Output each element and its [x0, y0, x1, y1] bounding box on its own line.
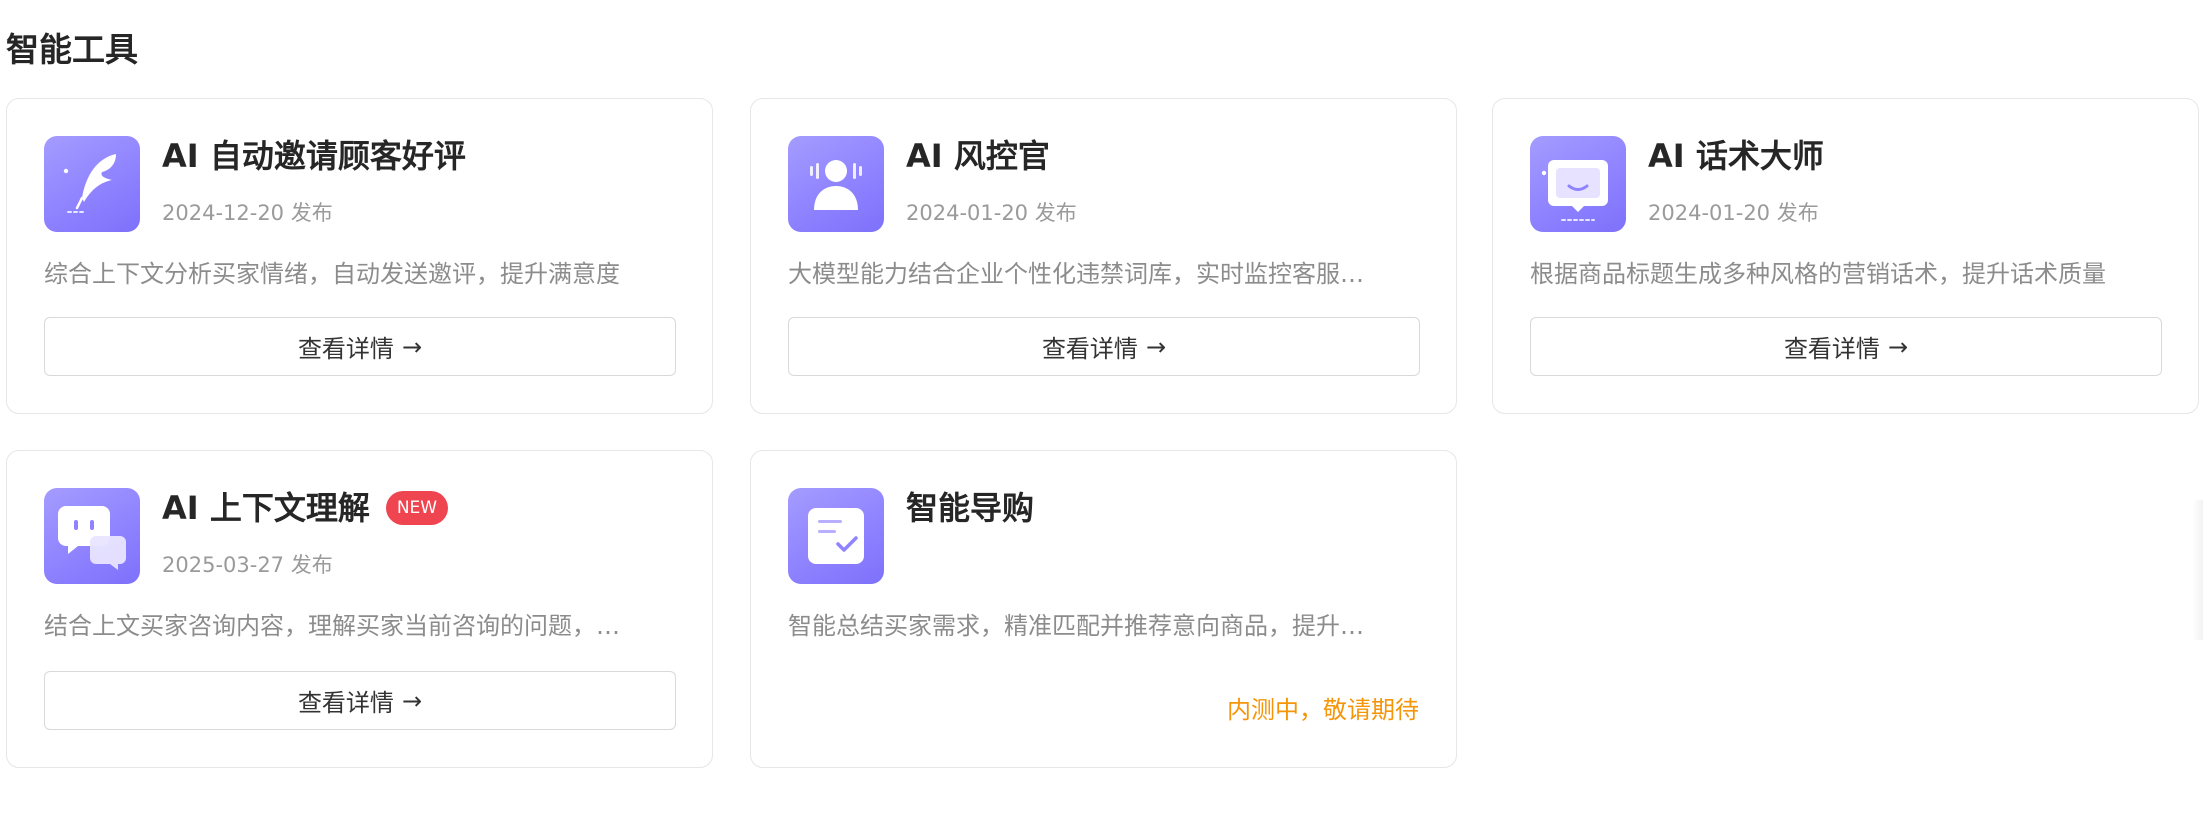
tool-description: 大模型能力结合企业个性化违禁词库，实时监控客服…	[788, 260, 1364, 288]
scroll-edge-shadow	[2192, 500, 2203, 640]
tool-publish-date: 2024-01-20 发布	[1648, 201, 1819, 225]
tool-card-script-master: AI 话术大师 2024-01-20 发布 根据商品标题生成多种风格的营销话术，…	[1492, 98, 2199, 414]
tool-description: 结合上文买家咨询内容，理解买家当前咨询的问题，…	[44, 612, 620, 640]
view-details-label: 查看详情	[297, 335, 394, 363]
risk-officer-icon	[788, 136, 884, 232]
tool-title: AI 话术大师	[1648, 137, 1824, 175]
checklist-icon	[788, 488, 884, 584]
tool-description: 根据商品标题生成多种风格的营销话术，提升话术质量	[1530, 260, 2106, 288]
tool-grid: AI 自动邀请顾客好评 2024-12-20 发布 综合上下文分析买家情绪，自动…	[6, 98, 2199, 818]
tool-card-smart-shopping-guide: 智能导购 智能总结买家需求，精准匹配并推荐意向商品，提升… 内测中，敬请期待	[750, 450, 1457, 768]
view-details-label: 查看详情	[1041, 335, 1138, 363]
view-details-button[interactable]: 查看详情 →	[1530, 317, 2162, 376]
tool-description: 智能总结买家需求，精准匹配并推荐意向商品，提升…	[788, 612, 1364, 640]
view-details-button[interactable]: 查看详情 →	[44, 317, 676, 376]
view-details-button[interactable]: 查看详情 →	[44, 671, 676, 730]
view-details-button[interactable]: 查看详情 →	[788, 317, 1420, 376]
arrow-right-icon: →	[401, 686, 423, 715]
tool-title: AI 自动邀请顾客好评	[162, 137, 466, 175]
section-title: 智能工具	[6, 30, 138, 69]
speech-bubble-icon	[1530, 136, 1626, 232]
tool-card-risk-officer: AI 风控官 2024-01-20 发布 大模型能力结合企业个性化违禁词库，实时…	[750, 98, 1457, 414]
view-details-label: 查看详情	[1783, 335, 1880, 363]
tool-title: 智能导购	[906, 489, 1035, 527]
arrow-right-icon: →	[1887, 332, 1909, 361]
view-details-label: 查看详情	[297, 689, 394, 717]
tool-card-context-understanding: AI 上下文理解 NEW 2025-03-27 发布 结合上文买家咨询内容，理解…	[6, 450, 713, 768]
tool-title: AI 风控官	[906, 137, 1050, 175]
tool-description: 综合上下文分析买家情绪，自动发送邀评，提升满意度	[44, 260, 620, 288]
feather-icon	[44, 136, 140, 232]
tool-publish-date: 2024-01-20 发布	[906, 201, 1077, 225]
tool-publish-date: 2024-12-20 发布	[162, 201, 333, 225]
beta-status-text: 内测中，敬请期待	[1227, 696, 1419, 724]
arrow-right-icon: →	[401, 332, 423, 361]
tool-title: AI 上下文理解 NEW	[162, 485, 449, 531]
chat-bubbles-icon	[44, 488, 140, 584]
arrow-right-icon: →	[1145, 332, 1167, 361]
tool-publish-date: 2025-03-27 发布	[162, 553, 333, 577]
new-badge: NEW	[385, 491, 449, 525]
tool-card-auto-review: AI 自动邀请顾客好评 2024-12-20 发布 综合上下文分析买家情绪，自动…	[6, 98, 713, 414]
